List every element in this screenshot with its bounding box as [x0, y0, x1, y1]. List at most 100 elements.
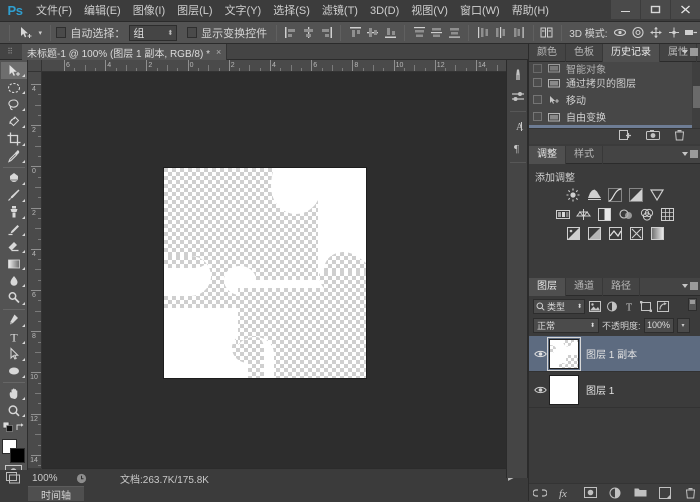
panel-menu-button[interactable]: [682, 282, 698, 290]
maximize-icon[interactable]: [641, 0, 670, 19]
color-balance-icon[interactable]: [576, 207, 591, 221]
zoom-tool[interactable]: [1, 402, 27, 419]
menu-type[interactable]: 文字(Y): [219, 0, 268, 22]
filter-pixel-icon[interactable]: [588, 299, 602, 313]
new-fill-adjustment-button[interactable]: [608, 486, 622, 500]
scale-3d-icon[interactable]: [682, 24, 700, 42]
selective-color-icon[interactable]: [629, 226, 644, 240]
artboard[interactable]: [164, 168, 366, 378]
align-left-edges-icon[interactable]: [282, 24, 300, 42]
type-tool[interactable]: T: [1, 329, 27, 346]
history-item-1[interactable]: 通过拷贝的图层: [529, 74, 700, 91]
exposure-icon[interactable]: [629, 188, 644, 202]
distribute-left-icon[interactable]: [474, 24, 492, 42]
history-list[interactable]: 智能对象 通过拷贝的图层 移动 自由变换: [529, 62, 700, 128]
color-lookup-icon[interactable]: [660, 207, 675, 221]
tab-channels[interactable]: 通道: [566, 278, 603, 296]
show-transform-checkbox[interactable]: [186, 27, 198, 38]
black-white-icon[interactable]: [597, 207, 612, 221]
brush-presets-icon[interactable]: [507, 86, 529, 108]
menu-edit[interactable]: 编辑(E): [78, 0, 127, 22]
orbit-3d-icon[interactable]: [612, 24, 630, 42]
align-vertical-centers-icon[interactable]: [364, 24, 382, 42]
path-selection-tool[interactable]: [1, 346, 27, 363]
menu-image[interactable]: 图像(I): [127, 0, 171, 22]
hue-saturation-icon[interactable]: [555, 207, 570, 221]
align-horizontal-centers-icon[interactable]: [300, 24, 318, 42]
panel-menu-button[interactable]: [682, 48, 698, 56]
character-panel-icon[interactable]: A: [507, 115, 529, 137]
auto-select-checkbox[interactable]: [56, 27, 67, 38]
new-document-from-state-button[interactable]: [619, 129, 632, 144]
gradient-map-icon[interactable]: [650, 226, 665, 240]
eraser-tool[interactable]: [1, 238, 27, 255]
panel-menu-button[interactable]: [682, 150, 698, 158]
brightness-contrast-icon[interactable]: [566, 188, 581, 202]
pan-3d-icon[interactable]: [647, 24, 665, 42]
blend-mode-dropdown[interactable]: 正常 ⬍: [533, 317, 599, 333]
background-color-swatch[interactable]: [9, 448, 25, 464]
layer-row-1[interactable]: 图层 1: [529, 372, 700, 408]
history-scrollbar[interactable]: [692, 62, 700, 128]
tab-adjustments[interactable]: 调整: [529, 146, 566, 164]
align-bottom-edges-icon[interactable]: [382, 24, 400, 42]
crop-tool[interactable]: [1, 130, 27, 147]
auto-select-dropdown[interactable]: 组 ⬍: [129, 24, 178, 41]
brush-tool[interactable]: [1, 187, 27, 204]
history-state-checkbox[interactable]: [533, 78, 542, 87]
layer-visibility-toggle[interactable]: [531, 349, 549, 359]
layer-style-button[interactable]: fx: [558, 486, 572, 500]
menu-filter[interactable]: 滤镜(T): [316, 0, 364, 22]
threshold-icon[interactable]: [608, 226, 623, 240]
layer-filter-type-dropdown[interactable]: 类型 ⬍: [533, 298, 585, 314]
layer-row-0[interactable]: 图层 1 副本: [529, 336, 700, 372]
roll-3d-icon[interactable]: [629, 24, 647, 42]
history-state-checkbox[interactable]: [533, 63, 542, 73]
timeline-tab[interactable]: 时间轴: [28, 486, 84, 502]
clone-stamp-tool[interactable]: [1, 204, 27, 221]
layer-name[interactable]: 图层 1: [586, 382, 614, 397]
tab-swatches[interactable]: 色板: [566, 44, 603, 62]
filter-shape-icon[interactable]: [639, 299, 653, 313]
pen-tool[interactable]: [1, 312, 27, 329]
menu-select[interactable]: 选择(S): [267, 0, 316, 22]
history-item-0[interactable]: 智能对象: [529, 62, 700, 74]
minimize-icon[interactable]: [611, 0, 640, 19]
menu-file[interactable]: 文件(F): [30, 0, 78, 22]
link-layers-button[interactable]: [533, 486, 547, 500]
history-item-2[interactable]: 移动: [529, 91, 700, 108]
slide-3d-icon[interactable]: [665, 24, 683, 42]
vibrance-icon[interactable]: [650, 188, 665, 202]
filter-smart-icon[interactable]: [656, 299, 670, 313]
delete-layer-button[interactable]: [683, 486, 697, 500]
paragraph-panel-icon[interactable]: ¶: [507, 137, 529, 159]
filter-enable-toggle[interactable]: [688, 298, 697, 314]
delete-state-button[interactable]: [674, 129, 685, 144]
menu-layer[interactable]: 图层(L): [171, 0, 218, 22]
move-tool[interactable]: [0, 62, 27, 80]
tab-color[interactable]: 颜色: [529, 44, 566, 62]
align-right-edges-icon[interactable]: [318, 24, 336, 42]
eyedropper-tool[interactable]: [1, 148, 27, 165]
marquee-tool[interactable]: [1, 79, 27, 96]
tab-history[interactable]: 历史记录: [603, 44, 660, 62]
color-swatches[interactable]: [1, 439, 27, 464]
gradient-tool[interactable]: [1, 255, 27, 272]
distribute-bottom-icon[interactable]: [446, 24, 464, 42]
distribute-vertical-center-icon[interactable]: [428, 24, 446, 42]
lasso-tool[interactable]: [1, 96, 27, 113]
filter-type-icon[interactable]: T: [622, 299, 636, 313]
brush-panel-icon[interactable]: [507, 64, 529, 86]
levels-icon[interactable]: [587, 188, 602, 202]
layer-visibility-toggle[interactable]: [531, 385, 549, 395]
tab-paths[interactable]: 路径: [603, 278, 640, 296]
distribute-right-icon[interactable]: [510, 24, 528, 42]
align-top-edges-icon[interactable]: [346, 24, 364, 42]
vertical-ruler[interactable]: 4 2 0 2 4 6 8 10 12 14: [28, 72, 42, 468]
history-state-checkbox[interactable]: [533, 95, 542, 104]
blur-tool[interactable]: [1, 272, 27, 289]
new-layer-button[interactable]: [658, 486, 672, 500]
close-tab-icon[interactable]: ×: [216, 47, 221, 57]
quick-selection-tool[interactable]: [1, 113, 27, 130]
curves-icon[interactable]: [608, 188, 623, 202]
